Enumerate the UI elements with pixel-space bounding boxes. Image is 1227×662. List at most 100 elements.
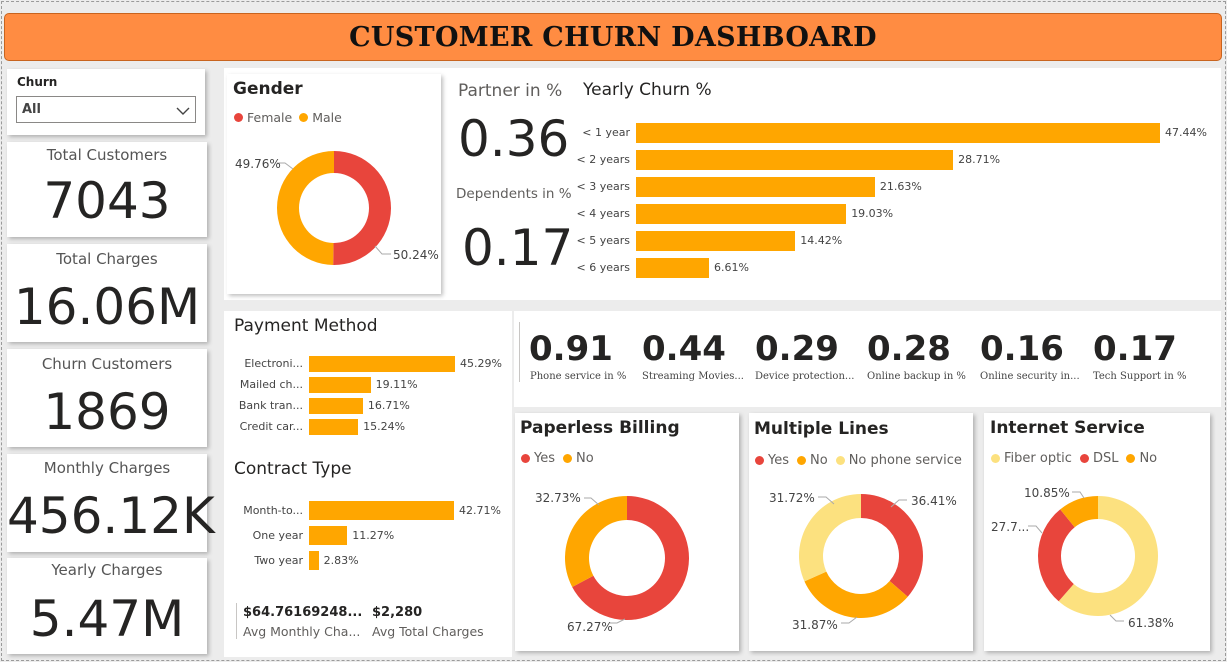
donut-slice[interactable]	[861, 494, 923, 597]
bar[interactable]	[309, 419, 359, 435]
chevron-down-icon	[176, 102, 190, 121]
partner-label: Partner in %	[458, 81, 563, 101]
bar-category-label: < 3 years	[576, 180, 630, 193]
bar-category-label: Mailed ch...	[239, 378, 303, 391]
kpi-divider	[519, 322, 520, 382]
avg-total-value: $2,280	[372, 605, 423, 620]
bar-value-label: 45.29%	[460, 357, 502, 370]
bar[interactable]	[309, 551, 319, 570]
gender-male-pct: 49.76%	[235, 157, 281, 171]
bar-category-label: < 1 year	[582, 126, 630, 139]
gender-female-pct: 50.24%	[393, 248, 439, 262]
internet-card: Internet Service Fiber optic DSL No 10.8…	[984, 413, 1210, 651]
bar[interactable]	[636, 177, 875, 197]
avg-total-label: Avg Total Charges	[372, 624, 484, 639]
slicer-value: All	[22, 102, 41, 117]
donut-slice[interactable]	[333, 151, 391, 265]
internet-dsl-pct: 27.7...	[991, 520, 1030, 534]
bar-value-label: 16.71%	[367, 399, 410, 412]
bar-value-label: 11.27%	[352, 528, 395, 542]
slicer-dropdown[interactable]: All	[16, 96, 196, 123]
bar-category-label: Credit car...	[239, 420, 303, 433]
avg-monthly-value: $64.76169248...	[243, 605, 363, 620]
streaming-movies-value: 0.44	[642, 329, 726, 369]
bar-category-label: < 2 years	[576, 153, 630, 166]
avg-divider	[236, 603, 237, 639]
leader-line	[1109, 614, 1124, 622]
online-security-label: Online security in...	[980, 371, 1080, 382]
bar-value-label: 28.71%	[958, 153, 1001, 166]
bar-value-label: 6.61%	[714, 261, 749, 274]
online-backup-label: Online backup in %	[867, 371, 966, 382]
bar-category-label: Bank tran...	[238, 399, 303, 412]
kpi-value: 1869	[43, 383, 171, 441]
bar-category-label: Electroni...	[244, 357, 303, 370]
kpi-label: Monthly Charges	[43, 459, 171, 477]
lines-nps-pct: 31.72%	[769, 491, 815, 505]
paperless-donut	[565, 496, 689, 624]
kpi-churn-customers: Churn Customers 1869	[7, 349, 207, 447]
kpi-total-customers: Total Customers 7043	[7, 142, 207, 237]
bar[interactable]	[309, 398, 363, 414]
bar[interactable]	[636, 258, 709, 278]
bar-value-label: 42.71%	[459, 503, 501, 517]
avg-monthly-label: Avg Monthly Cha...	[243, 624, 361, 639]
bar-value-label: 15.24%	[363, 420, 406, 433]
bar[interactable]	[636, 231, 796, 251]
internet-fiber-pct: 61.38%	[1128, 616, 1174, 630]
tech-support-label: Tech Support in %	[1093, 371, 1187, 382]
internet-no-pct: 10.85%	[1024, 486, 1070, 500]
donut-slice[interactable]	[1038, 509, 1075, 602]
bar[interactable]	[309, 501, 454, 520]
leader-line	[1028, 525, 1043, 534]
lines-no-pct: 31.87%	[792, 618, 838, 632]
multiple-lines-donut	[799, 494, 923, 624]
payment-title: Payment Method	[234, 316, 378, 336]
online-security-value: 0.16	[980, 329, 1064, 369]
contract-title: Contract Type	[234, 459, 352, 479]
kpi-value: 456.12K	[7, 487, 215, 545]
device-protection-value: 0.29	[755, 329, 839, 369]
leader-line	[1072, 491, 1085, 499]
paperless-yes-pct: 67.27%	[567, 620, 613, 634]
bar-value-label: 21.63%	[879, 180, 922, 193]
bar-category-label: Month-to...	[243, 503, 303, 517]
kpi-label: Total Charges	[56, 250, 158, 268]
bar[interactable]	[309, 377, 371, 393]
bar[interactable]	[636, 123, 1160, 143]
yearly-churn-title: Yearly Churn %	[583, 80, 712, 100]
paperless-no-pct: 32.73%	[535, 491, 581, 505]
device-protection-label: Device protection...	[755, 371, 855, 382]
bar-category-label: One year	[252, 528, 303, 542]
lines-yes-pct: 36.41%	[911, 494, 957, 508]
donut-slice[interactable]	[565, 496, 627, 587]
bar[interactable]	[309, 526, 348, 545]
dashboard-title-bar: CUSTOMER CHURN DASHBOARD	[4, 13, 1222, 61]
bar[interactable]	[309, 356, 455, 372]
slicer-label: Churn	[17, 75, 58, 89]
donut-slice[interactable]	[799, 494, 861, 582]
phone-service-label: Phone service in %	[530, 371, 627, 382]
bar[interactable]	[636, 204, 847, 224]
bar-value-label: 2.83%	[323, 553, 359, 567]
bar[interactable]	[636, 150, 954, 170]
kpi-monthly-charges: Monthly Charges 456.12K	[7, 454, 215, 552]
bar-value-label: 14.42%	[800, 234, 843, 247]
kpi-value: 5.47M	[29, 590, 185, 648]
bar-value-label: 19.11%	[375, 378, 418, 391]
kpi-label: Yearly Charges	[51, 561, 163, 579]
gender-card: Gender Female Male 49.76% 50.24%	[227, 74, 441, 294]
bar-category-label: Two year	[254, 553, 303, 567]
bar-category-label: < 6 years	[576, 261, 630, 274]
donut-slice[interactable]	[276, 151, 334, 265]
kpi-label: Total Customers	[46, 146, 168, 164]
kpi-total-charges: Total Charges 16.06M	[7, 244, 207, 342]
streaming-movies-label: Streaming Movies...	[642, 371, 744, 382]
bar-category-label: < 5 years	[576, 234, 630, 247]
bar-value-label: 19.03%	[851, 207, 894, 220]
paperless-card: Paperless Billing Yes No 32.73% 67.27%	[515, 413, 739, 651]
dashboard-title: CUSTOMER CHURN DASHBOARD	[349, 21, 877, 53]
kpi-value: 7043	[43, 172, 171, 230]
churn-slicer: Churn All	[7, 69, 205, 135]
kpi-yearly-charges: Yearly Charges 5.47M	[7, 558, 207, 654]
